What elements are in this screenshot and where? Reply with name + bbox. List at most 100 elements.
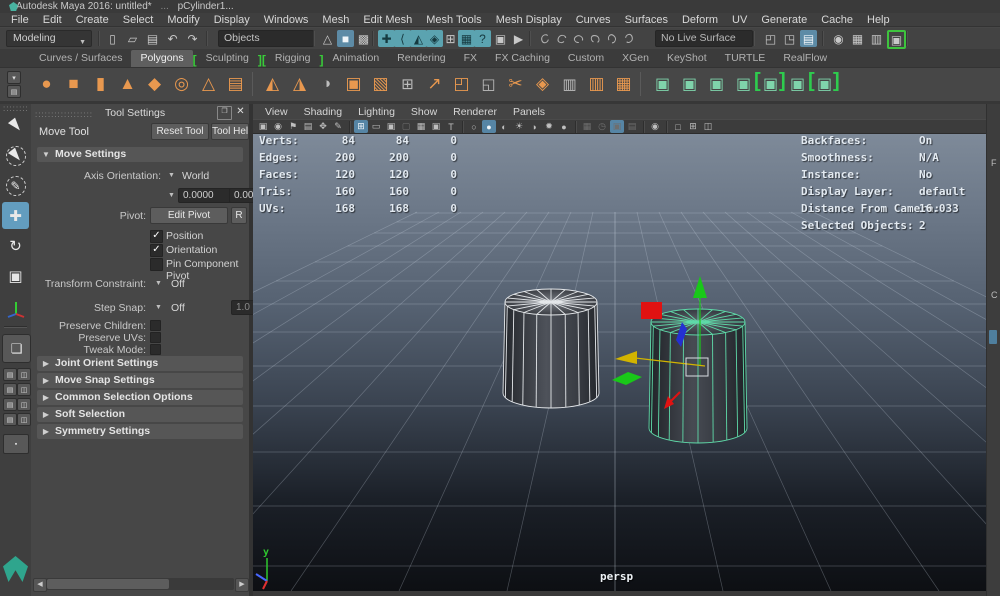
section-joint-orient-settings[interactable]: ▶Joint Orient Settings <box>37 356 243 371</box>
step-snap-amount-field[interactable]: 1.0 <box>231 300 255 315</box>
menu-edit[interactable]: Edit <box>36 13 69 27</box>
checkbox-position[interactable]: ✓ <box>150 230 163 243</box>
target-weld-icon[interactable]: ◈ <box>530 71 555 96</box>
bookmark-icon[interactable]: ⚑ <box>286 120 300 133</box>
input-connections-icon[interactable]: ◰ <box>762 30 779 47</box>
layout-persp-graph-layout[interactable]: ▤ <box>3 413 17 426</box>
output-connections-icon[interactable]: ◳ <box>781 30 798 47</box>
film-gate-icon[interactable]: ▭ <box>369 120 383 133</box>
axis-y-field[interactable]: 0.0000 <box>229 188 255 203</box>
gamma-icon[interactable]: ▤ <box>625 120 639 133</box>
redo-icon[interactable]: ↷ <box>184 30 201 47</box>
render-current-frame-icon[interactable]: ▦ <box>849 30 866 47</box>
render-settings-icon[interactable]: ▣ <box>887 30 906 49</box>
mask-misc-icon[interactable]: ? <box>474 30 491 47</box>
field-chart-icon[interactable]: ▦ <box>414 120 428 133</box>
shelf-menu-icon[interactable]: ▾ <box>7 71 21 84</box>
menu-mesh-display[interactable]: Mesh Display <box>489 13 569 27</box>
safe-action-icon[interactable]: ▣ <box>429 120 443 133</box>
layout-two-pane-side-layout[interactable]: ◫ <box>17 368 31 381</box>
menu-modify[interactable]: Modify <box>160 13 206 27</box>
lasso-select-tool[interactable] <box>2 142 29 169</box>
construction-history-icon[interactable]: ▤ <box>800 30 817 47</box>
shelf-tab-rigging[interactable]: Rigging <box>266 50 320 67</box>
edit-pivot-button[interactable]: Edit Pivot <box>150 207 228 224</box>
menu-cache[interactable]: Cache <box>814 13 860 27</box>
stamp-sculpt-tool-icon[interactable]: ▣ <box>785 71 810 96</box>
layout-two-pane-stacked-layout[interactable]: ▤ <box>3 383 17 396</box>
shelf-tab-keyshot[interactable]: KeyShot <box>658 50 716 67</box>
axis-orientation-value[interactable]: World <box>182 170 209 182</box>
wireframe-mode-icon[interactable]: ○ <box>467 120 481 133</box>
smooth-icon[interactable]: ▧ <box>368 71 393 96</box>
section-move-snap-settings[interactable]: ▶Move Snap Settings <box>37 373 243 388</box>
mirror-icon[interactable]: ◑ <box>314 71 339 96</box>
popout-panel-icon[interactable]: ❐ <box>217 106 232 120</box>
poly-cylinder-icon[interactable]: ▮ <box>88 71 113 96</box>
smooth-sculpt-tool-icon[interactable]: ▣ <box>677 71 702 96</box>
poly-cone-icon[interactable]: ▲ <box>115 71 140 96</box>
layout-hypershade-persp-layout[interactable]: ◫ <box>17 413 31 426</box>
bridge-icon[interactable]: ◱ <box>476 71 501 96</box>
safe-title-icon[interactable]: T <box>444 120 458 133</box>
extrude-icon[interactable]: ↗ <box>422 71 447 96</box>
move-settings-section[interactable]: ▼Move Settings <box>37 147 243 162</box>
isolate-select-icon[interactable]: ◉ <box>648 120 662 133</box>
menu-help[interactable]: Help <box>860 13 897 27</box>
menu-curves[interactable]: Curves <box>569 13 618 27</box>
relax-sculpt-tool-icon[interactable]: ▣ <box>704 71 729 96</box>
insert-edge-loop-icon[interactable]: ▥ <box>557 71 582 96</box>
poly-pipe-icon[interactable]: ▤ <box>223 71 248 96</box>
menu-generate[interactable]: Generate <box>754 13 814 27</box>
separate-icon[interactable]: ◮ <box>287 71 312 96</box>
section-soft-selection[interactable]: ▶Soft Selection <box>37 407 243 422</box>
mask-points-icon[interactable]: ✚ <box>378 30 395 47</box>
panel-menu-panels[interactable]: Panels <box>505 106 553 118</box>
shelf-tab-polygons[interactable]: Polygons <box>131 50 192 67</box>
exposure-icon[interactable]: ▣ <box>610 120 624 133</box>
new-scene-icon[interactable]: ▯ <box>104 30 121 47</box>
menu-mesh-tools[interactable]: Mesh Tools <box>419 13 488 27</box>
checkbox-tweak-mode-[interactable] <box>150 344 161 355</box>
make-object-live-icon[interactable]: C <box>618 27 641 50</box>
shelf-tab-fx[interactable]: FX <box>455 50 486 67</box>
selection-filter-field[interactable]: Objects <box>218 30 314 47</box>
panel-grip[interactable]: :::::::::::::::::: <box>35 110 97 119</box>
menu-edit-mesh[interactable]: Edit Mesh <box>356 13 419 27</box>
save-scene-icon[interactable]: ▤ <box>144 30 161 47</box>
section-common-selection-options[interactable]: ▶Common Selection Options <box>37 390 243 405</box>
shelf-tab-rendering[interactable]: Rendering <box>388 50 454 67</box>
menu-display[interactable]: Display <box>207 13 257 27</box>
multi-cut-icon[interactable]: ✂ <box>503 71 528 96</box>
menu-surfaces[interactable]: Surfaces <box>618 13 675 27</box>
axis-values-dropdown-icon[interactable]: ▼ <box>168 192 175 199</box>
multisampling-icon[interactable]: ▦ <box>580 120 594 133</box>
shelf-tab-custom[interactable]: Custom <box>559 50 613 67</box>
paint-selection-tool[interactable]: ✎ <box>2 172 29 199</box>
panel-menu-show[interactable]: Show <box>403 106 445 118</box>
step-snap-dropdown-icon[interactable]: ▼ <box>155 304 162 311</box>
ipr-render-icon[interactable]: ▥ <box>868 30 885 47</box>
shelf-options-icon[interactable]: ▤ <box>7 85 21 98</box>
reset-pivot-button[interactable]: R <box>231 207 247 224</box>
close-panel-icon[interactable]: ✕ <box>234 106 247 118</box>
menu-deform[interactable]: Deform <box>675 13 725 27</box>
screen-space-ao-icon[interactable]: ✹ <box>542 120 556 133</box>
current-layout-button[interactable]: ❏ <box>2 334 31 363</box>
move-tool[interactable]: ✚ <box>2 202 29 229</box>
shelf-tab-xgen[interactable]: XGen <box>613 50 658 67</box>
shelf-tab-turtle[interactable]: TURTLE <box>716 50 775 67</box>
perspective-view[interactable]: y Verts:84840Edges:2002000Faces:1201200T… <box>253 134 986 591</box>
grease-pencil-icon[interactable]: ✎ <box>331 120 345 133</box>
select-tool[interactable] <box>2 112 29 139</box>
checkbox-pin-component-pivot[interactable] <box>150 258 163 271</box>
menu-select[interactable]: Select <box>116 13 161 27</box>
rotate-tool[interactable]: ↻ <box>2 232 29 259</box>
poly-pyramid-icon[interactable]: △ <box>196 71 221 96</box>
menu-windows[interactable]: Windows <box>257 13 316 27</box>
menu-mesh[interactable]: Mesh <box>315 13 356 27</box>
panel-menu-view[interactable]: View <box>257 106 296 118</box>
checkbox-orientation[interactable]: ✓ <box>150 244 163 257</box>
panel-menu-shading[interactable]: Shading <box>296 106 351 118</box>
combine-icon[interactable]: ◭ <box>260 71 285 96</box>
